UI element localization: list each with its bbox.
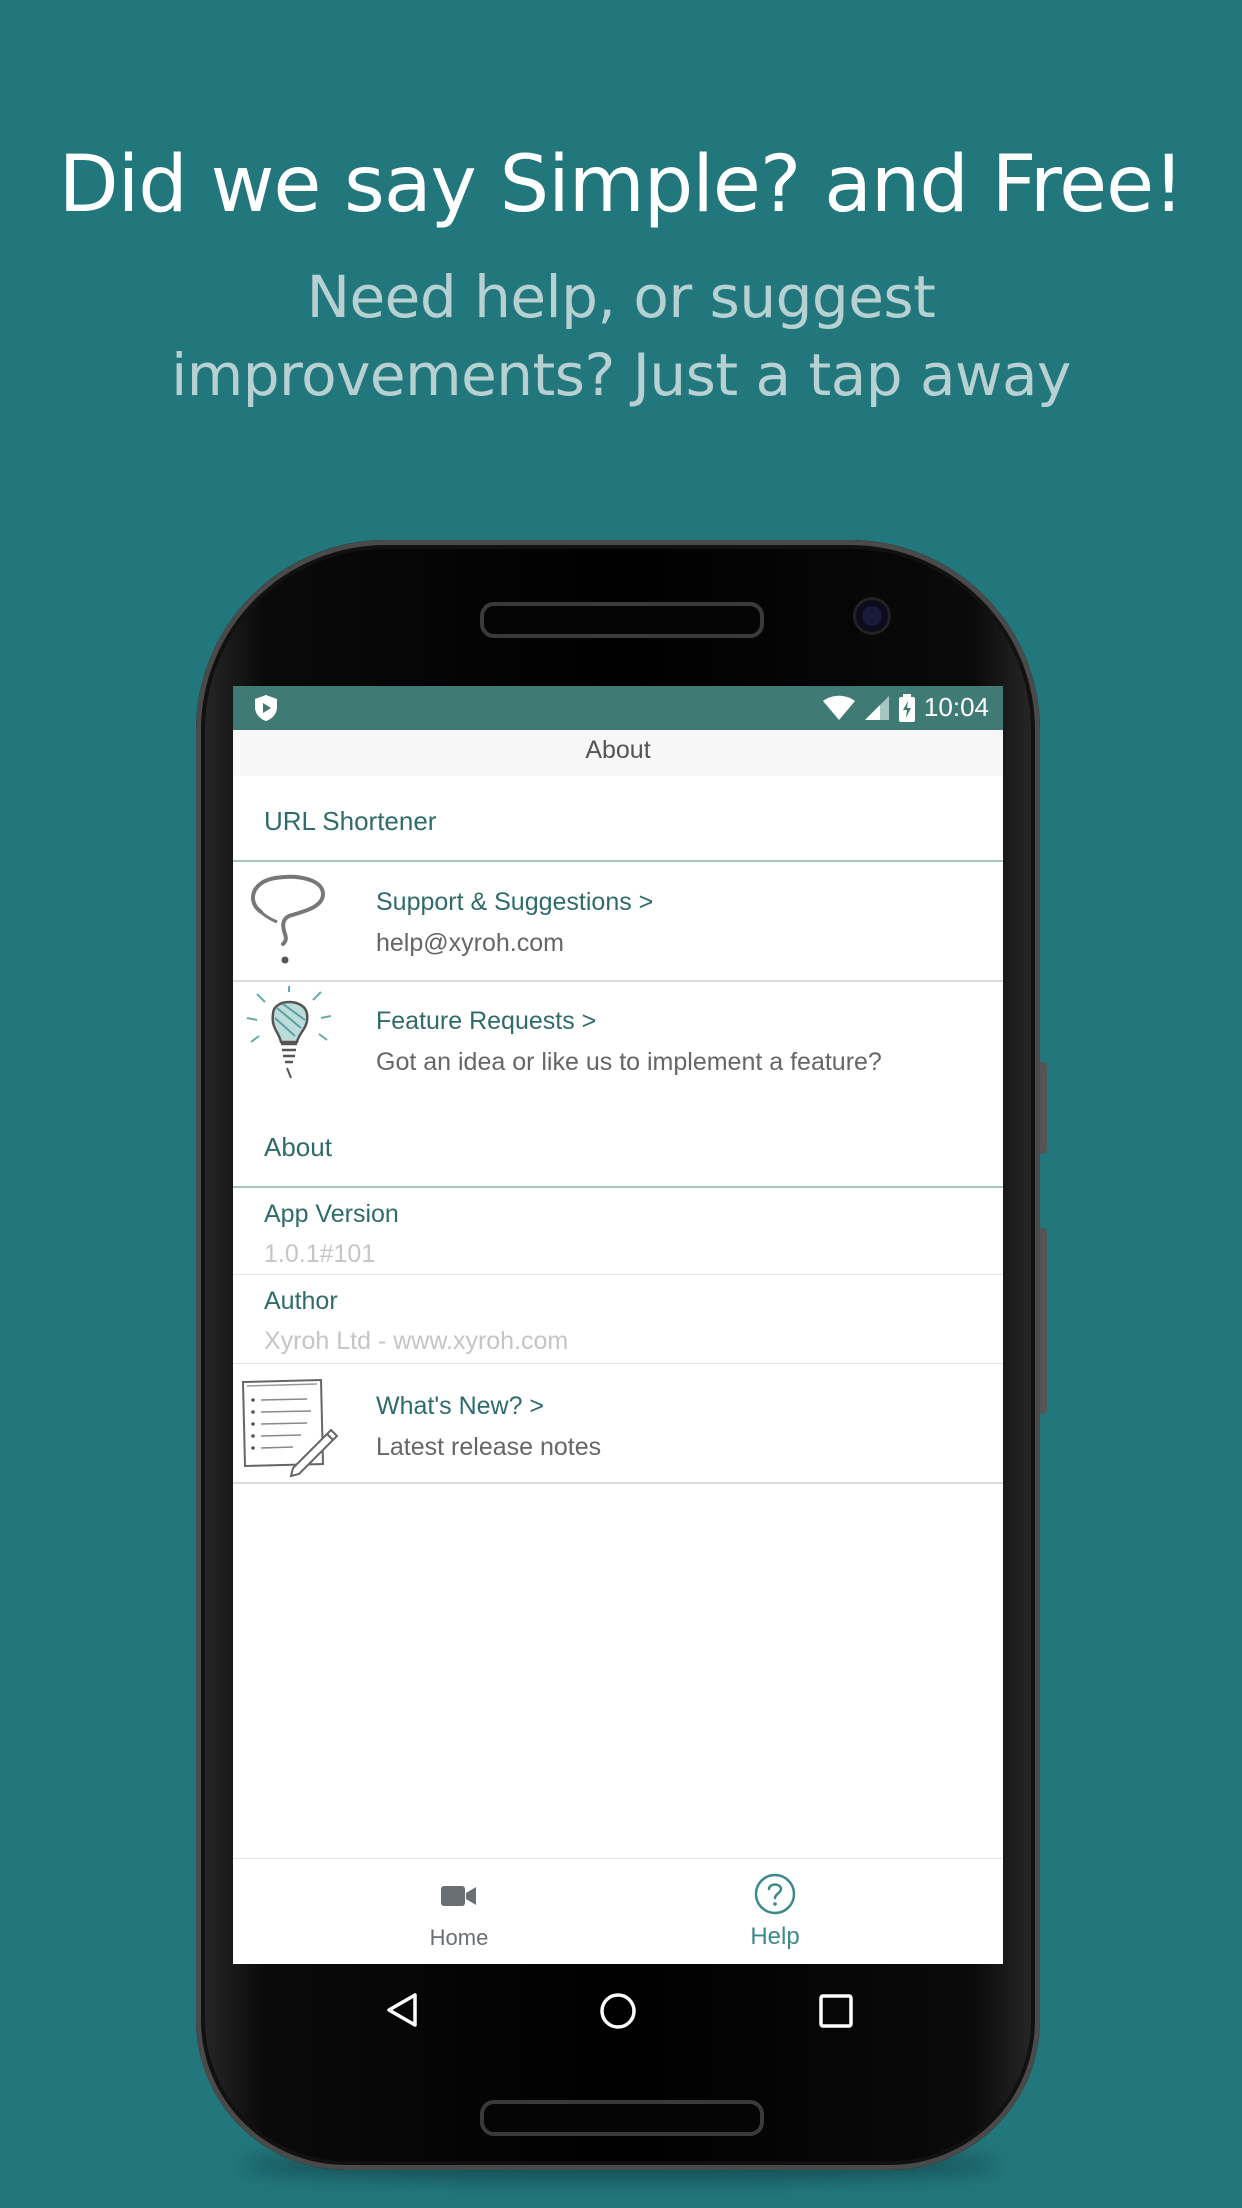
author-value: Xyroh Ltd - www.xyroh.com [264, 1327, 569, 1355]
battery-charging-icon [898, 693, 915, 722]
shield-icon [255, 695, 277, 721]
support-title: Support & Suggestions > [376, 888, 654, 916]
help-circle-icon [754, 1873, 796, 1915]
back-icon[interactable] [385, 1992, 419, 2028]
promo-subline: Need help, or suggest improvements? Just… [171, 263, 1071, 409]
home-circle-icon[interactable] [599, 1992, 637, 2030]
nav-help-tab[interactable]: Help [675, 1859, 875, 1964]
wifi-icon [822, 695, 855, 720]
system-navigation-bar [233, 1964, 1003, 2058]
power-button [1040, 1062, 1047, 1154]
section-about-label: About [264, 1132, 332, 1162]
support-email: help@xyroh.com [376, 929, 564, 957]
whats-new-row[interactable]: What's New? > Latest release notes [233, 1364, 1003, 1484]
phone-screen: 10:04 About URL Shortener Support & Sugg… [233, 686, 1003, 1964]
section-about: About [233, 1104, 1003, 1188]
question-mark-sketch-icon [250, 874, 326, 964]
nav-home-tab[interactable]: Home [359, 1859, 559, 1964]
bottom-speaker [480, 2100, 764, 2136]
status-bar: 10:04 [233, 686, 1003, 730]
volume-button [1040, 1228, 1047, 1414]
whats-new-title: What's New? > [376, 1392, 545, 1420]
section-url-shortener-label: URL Shortener [264, 806, 437, 836]
app-version-value: 1.0.1#101 [264, 1240, 376, 1268]
nav-home-label: Home [429, 1925, 489, 1950]
author-row: Author Xyroh Ltd - www.xyroh.com [233, 1275, 1003, 1364]
app-version-title: App Version [264, 1200, 399, 1228]
promo-headline: Did we say Simple? and Free! [58, 140, 1185, 230]
nav-help-label: Help [750, 1923, 800, 1950]
status-time: 10:04 [923, 692, 989, 722]
whats-new-subtitle: Latest release notes [376, 1433, 602, 1461]
signal-icon [864, 695, 889, 720]
section-url-shortener: URL Shortener [233, 778, 1003, 862]
feature-requests-subtitle: Got an idea or like us to implement a fe… [376, 1048, 882, 1076]
recents-square-icon[interactable] [819, 1994, 853, 2028]
app-bar-title: About [233, 730, 1003, 776]
earpiece-speaker [480, 602, 764, 638]
notepad-sketch-icon [241, 1378, 339, 1478]
support-suggestions-row[interactable]: Support & Suggestions > help@xyroh.com [233, 862, 1003, 982]
feature-requests-title: Feature Requests > [376, 1007, 597, 1035]
video-camera-icon [441, 1886, 476, 1906]
lightbulb-sketch-icon [246, 986, 332, 1079]
author-title: Author [264, 1287, 338, 1315]
bottom-navigation: Home Help [233, 1858, 1003, 1964]
front-camera [856, 600, 888, 632]
feature-requests-row[interactable]: Feature Requests > Got an idea or like u… [233, 982, 1003, 1102]
app-version-row: App Version 1.0.1#101 [233, 1188, 1003, 1275]
